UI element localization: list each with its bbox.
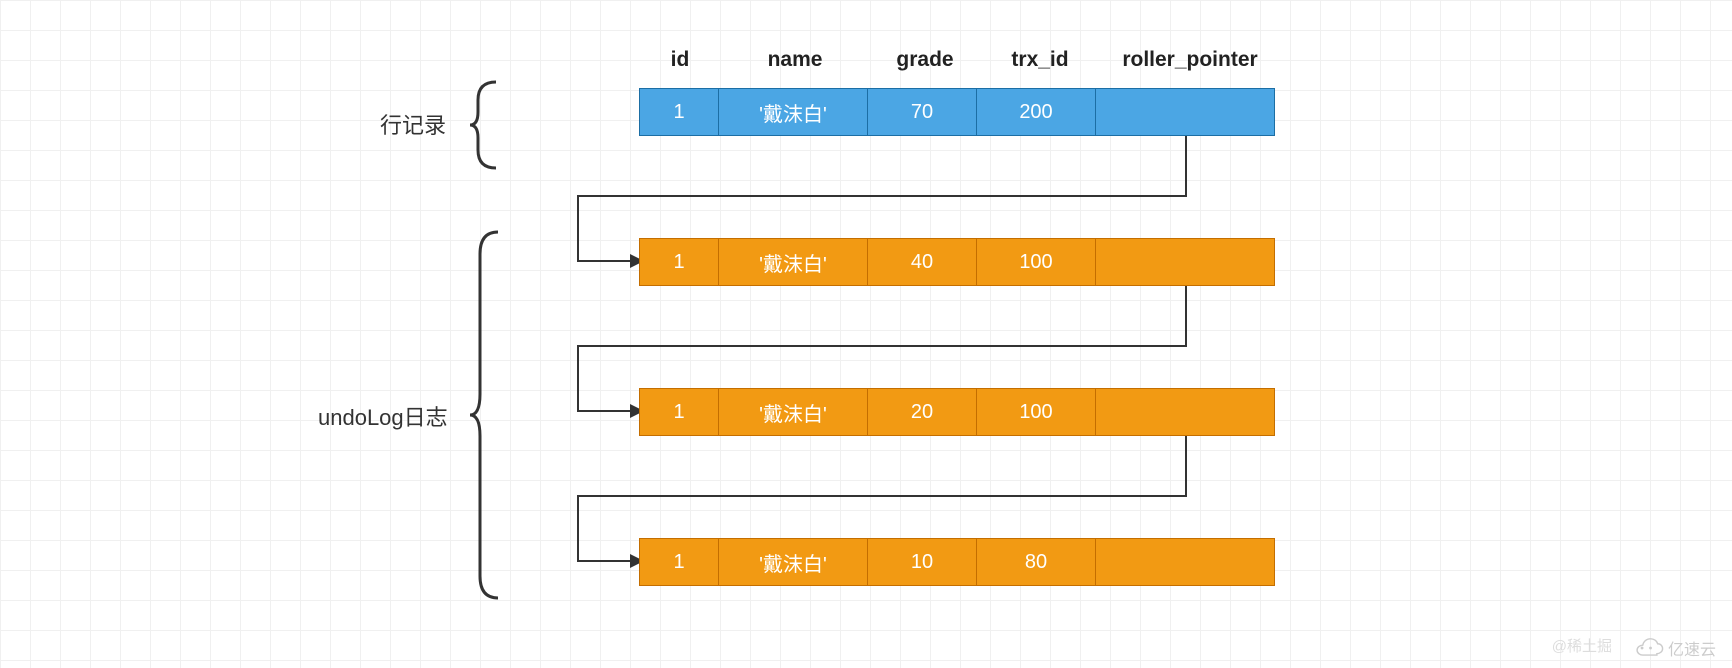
cell-trx: 200 <box>976 88 1096 136</box>
header-id: id <box>640 48 720 72</box>
cell-grade: 20 <box>867 388 977 436</box>
cell-ptr <box>1095 88 1275 136</box>
column-headers: id name grade trx_id roller_pointer <box>640 48 1280 72</box>
cell-name: '戴沫白' <box>718 238 868 286</box>
undolog-label: undoLog日志 <box>318 400 448 432</box>
header-grade: grade <box>870 48 980 72</box>
cell-name: '戴沫白' <box>718 538 868 586</box>
watermark-juejin: @稀土掘 <box>1552 635 1612 656</box>
cell-name: '戴沫白' <box>718 88 868 136</box>
cell-id: 1 <box>639 538 719 586</box>
cell-ptr <box>1095 238 1275 286</box>
cell-id: 1 <box>639 88 719 136</box>
header-name: name <box>720 48 870 72</box>
cell-trx: 80 <box>976 538 1096 586</box>
cell-id: 1 <box>639 388 719 436</box>
watermark-text: 亿速云 <box>1668 636 1716 660</box>
diagram-canvas: id name grade trx_id roller_pointer 行记录 … <box>0 0 1732 668</box>
header-trx: trx_id <box>980 48 1100 72</box>
header-ptr: roller_pointer <box>1100 48 1280 72</box>
cell-grade: 40 <box>867 238 977 286</box>
undo-record-3: 1 '戴沫白' 10 80 <box>640 538 1275 586</box>
cell-ptr <box>1095 538 1275 586</box>
undo-record-1: 1 '戴沫白' 40 100 <box>640 238 1275 286</box>
cell-ptr <box>1095 388 1275 436</box>
cell-trx: 100 <box>976 388 1096 436</box>
brace-undolog <box>468 230 502 600</box>
watermark-yisu: 亿速云 <box>1630 636 1716 660</box>
cell-name: '戴沫白' <box>718 388 868 436</box>
undo-record-2: 1 '戴沫白' 20 100 <box>640 388 1275 436</box>
cell-trx: 100 <box>976 238 1096 286</box>
cell-grade: 70 <box>867 88 977 136</box>
cell-id: 1 <box>639 238 719 286</box>
row-record-label: 行记录 <box>380 108 446 140</box>
brace-row-record <box>468 80 498 170</box>
cloud-icon <box>1630 637 1664 659</box>
row-record: 1 '戴沫白' 70 200 <box>640 88 1275 136</box>
cell-grade: 10 <box>867 538 977 586</box>
